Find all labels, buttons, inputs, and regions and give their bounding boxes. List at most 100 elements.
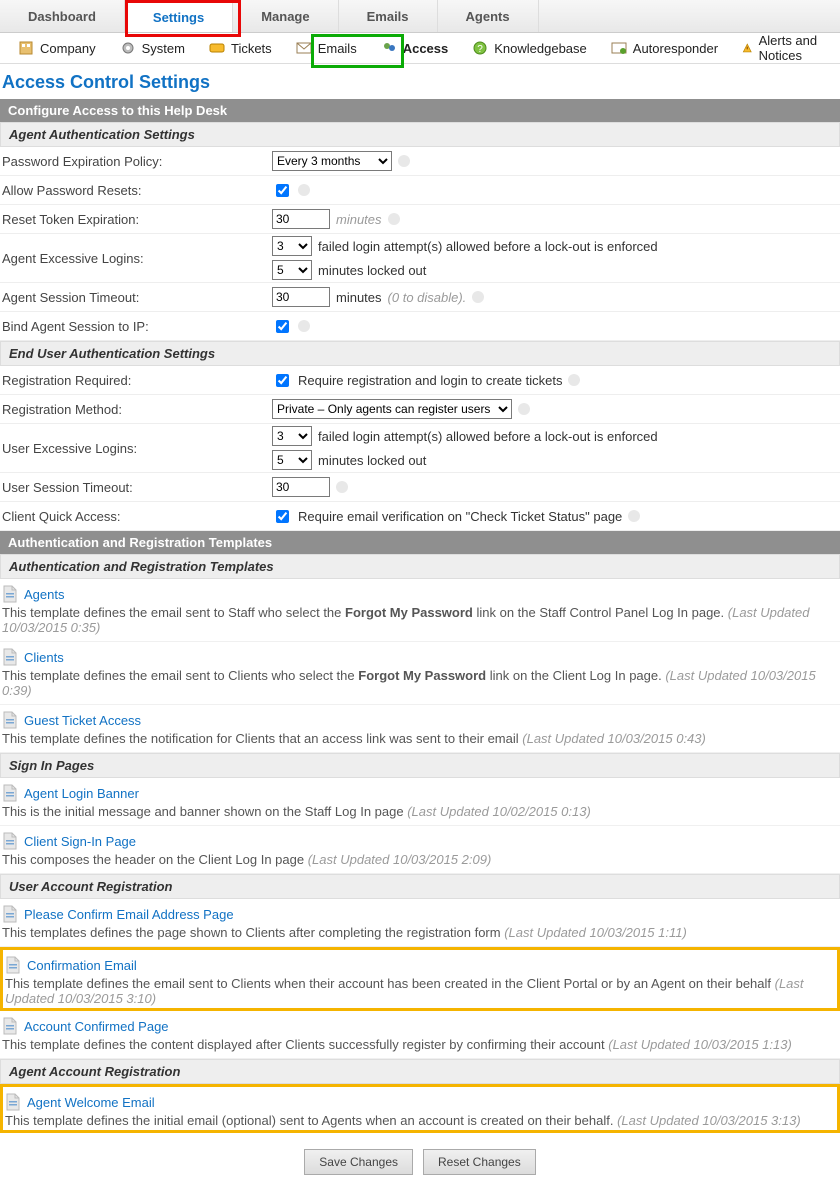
label: Reset Token Expiration: xyxy=(0,212,272,227)
label: Agent Session Timeout: xyxy=(0,290,272,305)
subtab-label: Tickets xyxy=(231,41,272,56)
text: failed login attempt(s) allowed before a… xyxy=(318,429,658,444)
file-icon xyxy=(2,648,18,666)
tab-emails[interactable]: Emails xyxy=(339,0,438,32)
template-welcome: Agent Welcome Email This template define… xyxy=(0,1084,840,1133)
allow-reset-checkbox[interactable] xyxy=(276,184,289,197)
help-icon[interactable] xyxy=(298,320,310,332)
subtab-knowledgebase[interactable]: Knowledgebase xyxy=(460,33,599,63)
row-reg-required: Registration Required: Require registrat… xyxy=(0,366,840,395)
subtab-system[interactable]: System xyxy=(108,33,197,63)
label: Password Expiration Policy: xyxy=(0,154,272,169)
template-link[interactable]: Guest Ticket Access xyxy=(24,713,141,728)
user-lock-min-select[interactable]: 5 xyxy=(272,450,312,470)
label: Allow Password Resets: xyxy=(0,183,272,198)
subtab-label: Access xyxy=(403,41,449,56)
help-icon[interactable] xyxy=(298,184,310,196)
row-agent-excessive: Agent Excessive Logins: 3 failed login a… xyxy=(0,234,840,283)
file-icon xyxy=(2,832,18,850)
template-guest: Guest Ticket Access This template define… xyxy=(0,705,840,753)
template-desc: This template defines the email sent to … xyxy=(2,605,838,635)
template-link[interactable]: Agent Login Banner xyxy=(24,786,139,801)
agent-session-input[interactable] xyxy=(272,287,330,307)
help-icon[interactable] xyxy=(388,213,400,225)
template-confirm-email: Confirmation Email This template defines… xyxy=(0,947,840,1011)
file-icon xyxy=(5,1093,21,1111)
label: Agent Excessive Logins: xyxy=(0,251,272,266)
company-icon xyxy=(18,40,34,56)
file-icon xyxy=(2,1017,18,1035)
template-link[interactable]: Client Sign-In Page xyxy=(24,834,136,849)
subtab-tickets[interactable]: Tickets xyxy=(197,33,284,63)
hint: (0 to disable). xyxy=(388,290,467,305)
help-icon[interactable] xyxy=(398,155,410,167)
password-policy-select[interactable]: Every 3 months xyxy=(272,151,392,171)
tab-settings[interactable]: Settings xyxy=(125,0,233,32)
template-account-confirmed: Account Confirmed Page This template def… xyxy=(0,1011,840,1059)
user-fail-count-select[interactable]: 3 xyxy=(272,426,312,446)
label: Registration Required: xyxy=(0,373,272,388)
template-agents: Agents This template defines the email s… xyxy=(0,579,840,642)
subtab-emails[interactable]: Emails xyxy=(284,33,369,63)
template-link[interactable]: Account Confirmed Page xyxy=(24,1019,169,1034)
help-icon[interactable] xyxy=(568,374,580,386)
help-icon[interactable] xyxy=(472,291,484,303)
reg-required-checkbox[interactable] xyxy=(276,374,289,387)
label: Registration Method: xyxy=(0,402,272,417)
template-desc: This template defines the content displa… xyxy=(2,1037,838,1052)
system-icon xyxy=(120,40,136,56)
help-icon[interactable] xyxy=(336,481,348,493)
agent-lock-min-select[interactable]: 5 xyxy=(272,260,312,280)
template-desc: This template defines the email sent to … xyxy=(2,668,838,698)
help-icon[interactable] xyxy=(628,510,640,522)
section-agentreg: Agent Account Registration xyxy=(0,1059,840,1084)
template-link[interactable]: Agent Welcome Email xyxy=(27,1095,155,1110)
file-icon xyxy=(2,711,18,729)
templates-head: Authentication and Registration Template… xyxy=(0,554,840,579)
row-bind-ip: Bind Agent Session to IP: xyxy=(0,312,840,341)
template-desc: This templates defines the page shown to… xyxy=(2,925,838,940)
template-signin: Client Sign-In Page This composes the he… xyxy=(0,826,840,874)
template-link[interactable]: Clients xyxy=(24,650,64,665)
label: Bind Agent Session to IP: xyxy=(0,319,272,334)
unit: minutes xyxy=(336,290,382,305)
template-link[interactable]: Please Confirm Email Address Page xyxy=(24,907,234,922)
template-desc: This template defines the initial email … xyxy=(5,1113,835,1128)
template-desc: This template defines the notification f… xyxy=(2,731,838,746)
bind-ip-checkbox[interactable] xyxy=(276,320,289,333)
reg-method-select[interactable]: Private – Only agents can register users xyxy=(272,399,512,419)
file-icon xyxy=(2,585,18,603)
save-button[interactable]: Save Changes xyxy=(304,1149,413,1175)
reset-token-input[interactable] xyxy=(272,209,330,229)
template-link[interactable]: Agents xyxy=(24,587,64,602)
subtab-label: System xyxy=(142,41,185,56)
quick-access-checkbox[interactable] xyxy=(276,510,289,523)
agent-fail-count-select[interactable]: 3 xyxy=(272,236,312,256)
subtab-label: Emails xyxy=(318,41,357,56)
user-session-input[interactable] xyxy=(272,477,330,497)
file-icon xyxy=(2,784,18,802)
tab-agents[interactable]: Agents xyxy=(438,0,539,32)
tab-dashboard[interactable]: Dashboard xyxy=(0,0,125,32)
subtab-alerts-and-notices[interactable]: Alerts and Notices xyxy=(730,33,840,63)
emails-icon xyxy=(296,40,312,56)
file-icon xyxy=(2,905,18,923)
help-icon[interactable] xyxy=(518,403,530,415)
row-user-session: User Session Timeout: xyxy=(0,473,840,502)
reset-button[interactable]: Reset Changes xyxy=(423,1149,536,1175)
subtab-access[interactable]: Access xyxy=(369,33,461,63)
text: minutes locked out xyxy=(318,453,426,468)
template-confirm-page: Please Confirm Email Address Page This t… xyxy=(0,899,840,947)
page-title: Access Control Settings xyxy=(2,72,840,93)
section-signin: Sign In Pages xyxy=(0,753,840,778)
template-desc: This template defines the email sent to … xyxy=(5,976,835,1006)
form-buttons: Save Changes Reset Changes xyxy=(0,1149,840,1175)
template-link[interactable]: Confirmation Email xyxy=(27,958,137,973)
row-allow-reset: Allow Password Resets: xyxy=(0,176,840,205)
template-desc: This is the initial message and banner s… xyxy=(2,804,838,819)
subtab-company[interactable]: Company xyxy=(6,33,108,63)
templates-bar: Authentication and Registration Template… xyxy=(0,531,840,554)
template-clients: Clients This template defines the email … xyxy=(0,642,840,705)
tab-manage[interactable]: Manage xyxy=(233,0,338,32)
subtab-autoresponder[interactable]: Autoresponder xyxy=(599,33,730,63)
